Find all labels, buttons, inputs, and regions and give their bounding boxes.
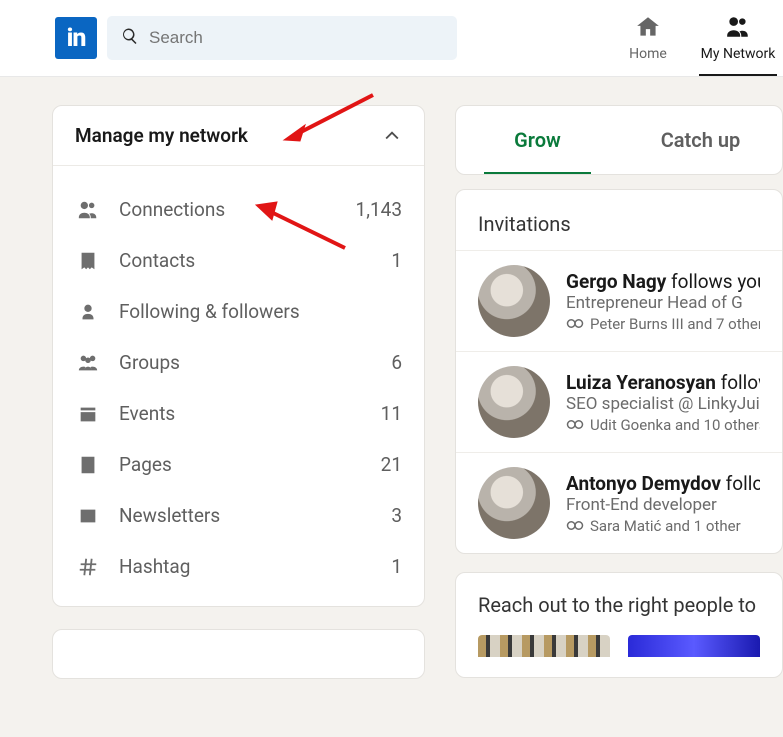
reach-out-image[interactable] bbox=[628, 635, 760, 657]
home-icon bbox=[635, 14, 661, 44]
invitation-headline: Gergo Nagy follows you bbox=[566, 270, 760, 293]
top-nav: in Home My Network bbox=[0, 0, 783, 77]
newsletter-icon bbox=[75, 505, 101, 527]
calendar-icon bbox=[75, 403, 101, 425]
sidebar-item-count: 1 bbox=[391, 555, 402, 578]
building-icon bbox=[75, 454, 101, 476]
invitation-mutual: Sara Matić and 1 other bbox=[566, 517, 760, 535]
people-icon bbox=[725, 14, 751, 44]
sidebar-item-events[interactable]: Events 11 bbox=[53, 388, 424, 439]
main-content: Manage my network Connections 1,143 Cont… bbox=[0, 77, 783, 679]
manage-network-title: Manage my network bbox=[75, 124, 248, 147]
linkedin-logo[interactable]: in bbox=[55, 17, 97, 59]
sidebar-item-pages[interactable]: Pages 21 bbox=[53, 439, 424, 490]
sidebar-item-count: 1 bbox=[391, 249, 402, 272]
mutual-connections-icon bbox=[566, 315, 584, 333]
search-icon bbox=[121, 27, 139, 49]
search-input[interactable] bbox=[149, 28, 443, 48]
sidebar-item-label: Events bbox=[119, 402, 363, 425]
sidebar-item-label: Groups bbox=[119, 351, 373, 374]
groups-icon bbox=[75, 352, 101, 374]
invitation-row[interactable]: Antonyo Demydov follo Front-End develope… bbox=[456, 452, 782, 553]
invitation-headline: Antonyo Demydov follo bbox=[566, 472, 760, 495]
invitation-subtitle: Entrepreneur Head of G bbox=[566, 293, 760, 313]
invitation-subtitle: SEO specialist @ LinkyJuice bbox=[566, 394, 760, 414]
invitations-title: Invitations bbox=[456, 190, 782, 250]
reach-out-image[interactable] bbox=[478, 635, 610, 657]
mutual-connections-icon bbox=[566, 416, 584, 434]
avatar[interactable] bbox=[478, 265, 550, 337]
avatar[interactable] bbox=[478, 467, 550, 539]
person-icon bbox=[75, 301, 101, 323]
invitation-mutual: Udit Goenka and 10 others bbox=[566, 416, 760, 434]
sidebar-item-following[interactable]: Following & followers bbox=[53, 286, 424, 337]
nav-my-network[interactable]: My Network bbox=[693, 0, 783, 76]
sidebar-item-label: Hashtag bbox=[119, 555, 373, 578]
nav-home[interactable]: Home bbox=[603, 0, 693, 76]
sidebar-item-newsletters[interactable]: Newsletters 3 bbox=[53, 490, 424, 541]
sidebar-item-connections[interactable]: Connections 1,143 bbox=[53, 184, 424, 235]
sidebar-item-count: 6 bbox=[391, 351, 402, 374]
sidebar-item-count: 3 bbox=[391, 504, 402, 527]
contacts-icon bbox=[75, 250, 101, 272]
reach-out-title: Reach out to the right people to gr bbox=[478, 593, 760, 617]
invitation-row[interactable]: Gergo Nagy follows you Entrepreneur Head… bbox=[456, 250, 782, 351]
sidebar-item-label: Contacts bbox=[119, 249, 373, 272]
nav-my-network-label: My Network bbox=[701, 46, 776, 62]
connections-icon bbox=[75, 199, 101, 221]
right-column: Grow Catch up Invitations Gergo Nagy fol… bbox=[455, 105, 783, 679]
invitation-mutual: Peter Burns III and 7 others bbox=[566, 315, 760, 333]
sidebar-item-label: Pages bbox=[119, 453, 363, 476]
sidebar-item-hashtag[interactable]: Hashtag 1 bbox=[53, 541, 424, 592]
tab-catch-up[interactable]: Catch up bbox=[619, 106, 782, 174]
invitations-card: Invitations Gergo Nagy follows you Entre… bbox=[455, 189, 783, 554]
sidebar-item-count: 1,143 bbox=[356, 198, 402, 221]
sidebar-item-contacts[interactable]: Contacts 1 bbox=[53, 235, 424, 286]
sidebar-placeholder-card bbox=[52, 629, 425, 679]
nav-home-label: Home bbox=[629, 46, 667, 62]
sidebar-column: Manage my network Connections 1,143 Cont… bbox=[52, 105, 425, 679]
manage-network-card: Manage my network Connections 1,143 Cont… bbox=[52, 105, 425, 607]
mutual-connections-icon bbox=[566, 517, 584, 535]
invitation-headline: Luiza Yeranosyan follow bbox=[566, 371, 760, 394]
sidebar-item-label: Newsletters bbox=[119, 504, 373, 527]
invitation-subtitle: Front-End developer bbox=[566, 495, 760, 515]
sidebar-item-count: 21 bbox=[381, 453, 402, 476]
sidebar-item-label: Following & followers bbox=[119, 300, 384, 323]
sidebar-item-label: Connections bbox=[119, 198, 338, 221]
invitation-row[interactable]: Luiza Yeranosyan follow SEO specialist @… bbox=[456, 351, 782, 452]
reach-out-card: Reach out to the right people to gr bbox=[455, 572, 783, 678]
hashtag-icon bbox=[75, 556, 101, 578]
chevron-up-icon bbox=[382, 126, 402, 146]
sidebar-item-count: 11 bbox=[381, 402, 402, 425]
sidebar-item-groups[interactable]: Groups 6 bbox=[53, 337, 424, 388]
avatar[interactable] bbox=[478, 366, 550, 438]
manage-network-toggle[interactable]: Manage my network bbox=[53, 106, 424, 166]
tab-grow[interactable]: Grow bbox=[456, 106, 619, 174]
tabs-card: Grow Catch up bbox=[455, 105, 783, 175]
search-box[interactable] bbox=[107, 16, 457, 60]
